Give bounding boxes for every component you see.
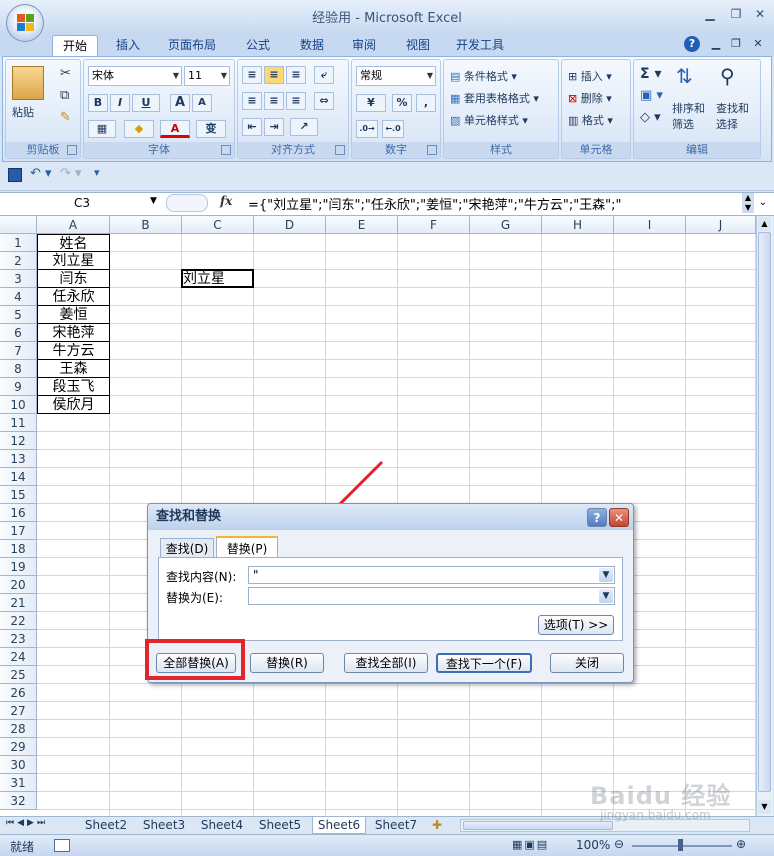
dialog-title: 查找和替换 — [148, 504, 633, 530]
dialog-help-button[interactable]: ? — [587, 508, 607, 527]
office-button[interactable] — [6, 4, 44, 42]
find-all-button[interactable]: 查找全部(I) — [344, 653, 428, 673]
find-next-button[interactable]: 查找下一个(F) — [436, 653, 532, 673]
find-what-label: 查找内容(N): — [166, 570, 237, 584]
find-what-value: " — [253, 568, 259, 582]
highlight-box — [145, 639, 245, 680]
tab-find[interactable]: 查找(D) — [160, 538, 214, 558]
tab-replace[interactable]: 替换(P) — [216, 536, 278, 558]
replace-with-input[interactable]: ▼ — [248, 587, 615, 605]
office-logo-icon — [17, 14, 35, 32]
chevron-down-icon[interactable]: ▼ — [599, 589, 613, 603]
replace-button[interactable]: 替换(R) — [250, 653, 324, 673]
chevron-down-icon[interactable]: ▼ — [599, 568, 613, 582]
dialog-close-button[interactable]: 关闭 — [550, 653, 624, 673]
options-button[interactable]: 选项(T) >> — [538, 615, 614, 635]
dialog-close-x-button[interactable]: ✕ — [609, 508, 629, 527]
annotation-arrow — [222, 460, 384, 622]
find-what-input[interactable]: " ▼ — [248, 566, 615, 584]
replace-with-label: 替换为(E): — [166, 591, 223, 605]
